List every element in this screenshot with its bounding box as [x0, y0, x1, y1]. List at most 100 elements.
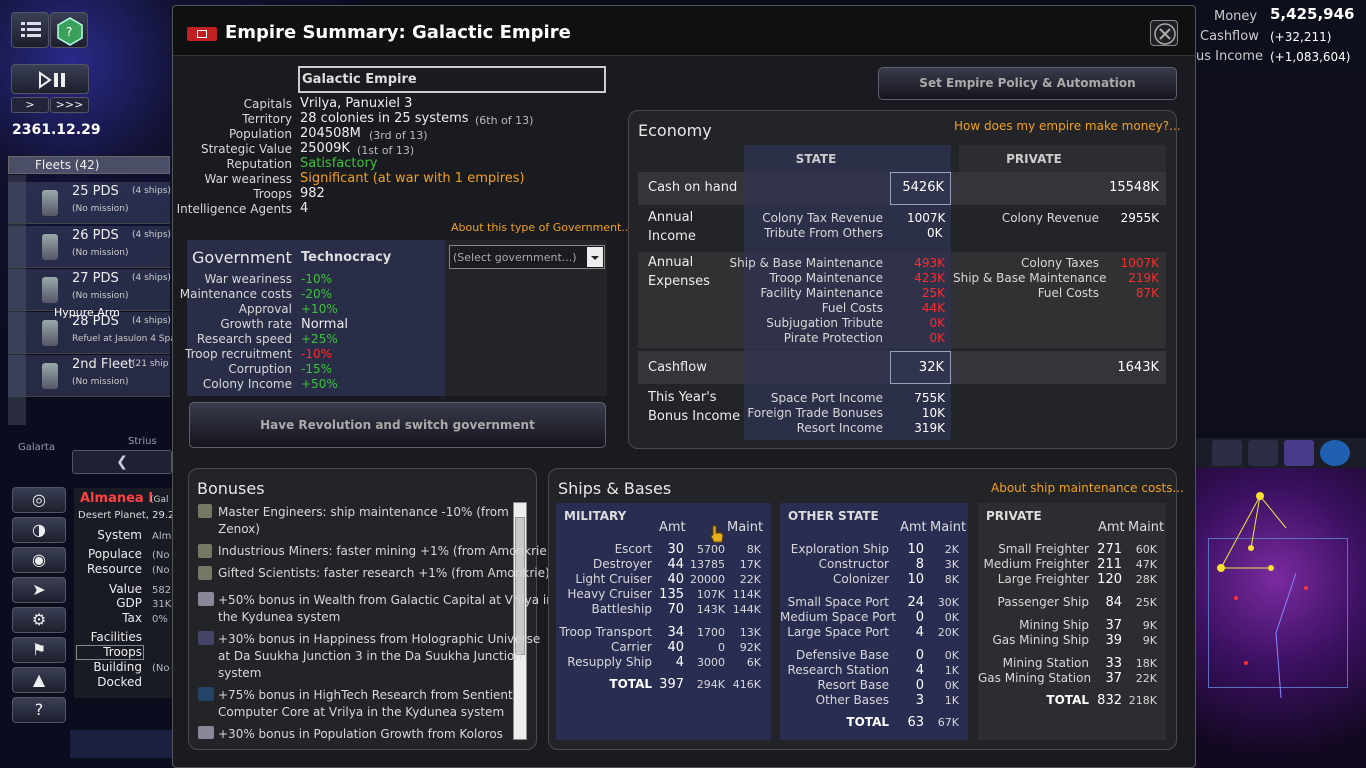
speed-slower-button[interactable]: > [11, 97, 49, 113]
sidebar-button[interactable]: ◎ [12, 487, 66, 513]
flag-icon: ⚑ [31, 640, 47, 659]
rows-mid: 13785 [690, 558, 725, 571]
rows-value: 582 [152, 585, 172, 596]
items-label: Foreign Trade Bonuses [747, 406, 883, 420]
rows-maint: 9K [1142, 619, 1157, 632]
speed-faster-button[interactable]: >>> [50, 97, 89, 113]
info-value: 982 [300, 186, 325, 201]
set-empire-policy-button[interactable]: Set Empire Policy & Automation [878, 67, 1177, 100]
government-heading: Government [192, 248, 292, 267]
fleets-name: 2nd Fleet [72, 357, 134, 372]
mods-value: -10% [301, 347, 333, 361]
sidebar-button[interactable]: ➤ [12, 577, 66, 603]
info-label: Reputation [226, 157, 292, 171]
sidebar-button[interactable]: ▲ [12, 667, 66, 693]
planet-icon: ◑ [32, 520, 46, 539]
info-label: War weariness [204, 172, 292, 186]
private-column-header: PRIVATE [1006, 152, 1062, 166]
fleet-item[interactable]: 25 PDS (4 ships) (No mission) [8, 182, 171, 224]
private-heading: PRIVATE [986, 509, 1042, 523]
fleets-mission: (No mission) [72, 377, 129, 387]
bottom-toolbar[interactable] [70, 730, 172, 758]
cashflow-private: 1643K [1117, 360, 1159, 375]
state-items-label: Pirate Protection [783, 331, 883, 345]
fleet-item[interactable]: 2nd Fleet (21 ship (No mission) [8, 355, 170, 397]
rows-label: Medium Freighter [983, 557, 1089, 571]
bonuses-scrollbar[interactable] [513, 502, 527, 740]
rows-label: Small Freighter [998, 542, 1089, 556]
income-label1: Annual [648, 210, 694, 225]
rows-mid: 0 [718, 641, 725, 654]
rows-label: Building [93, 660, 142, 674]
state-items-label: Fuel Costs [821, 301, 883, 315]
sidebar-button[interactable]: ⚙ [12, 607, 66, 633]
rows-maint: 0K [944, 611, 959, 624]
collapse-panel-button[interactable]: ❮ [72, 450, 172, 474]
total-label: TOTAL [846, 715, 889, 729]
galaxy-view-icon[interactable] [1212, 440, 1242, 466]
rows-amt: 10 [907, 542, 924, 557]
economy-help-link[interactable]: How does my empire make money?... [954, 119, 1181, 134]
globe-icon[interactable] [1320, 440, 1350, 466]
rows-mid: 107K [696, 588, 725, 601]
play-pause-button[interactable] [11, 64, 89, 94]
minimap[interactable] [1196, 468, 1366, 768]
rows-label: Large Space Port [787, 625, 889, 639]
sidebar-button[interactable]: ? [12, 697, 66, 723]
rows-label: System [97, 528, 142, 542]
ship-maintenance-link[interactable]: About ship maintenance costs... [991, 481, 1184, 496]
state-items-value: 423K [914, 271, 945, 285]
fleets-count: (4 ships) [132, 273, 171, 283]
revolution-button[interactable]: Have Revolution and switch government [189, 402, 606, 448]
rows-label: Large Freighter [997, 572, 1089, 586]
list-icon [21, 22, 41, 37]
government-select-placeholder: (Select government...) [453, 251, 577, 264]
close-button[interactable] [1150, 20, 1178, 46]
fleet-item[interactable]: 26 PDS (4 ships) (No mission) [8, 226, 171, 268]
ships-col-amt: Amt [1098, 520, 1125, 535]
cashflow-label: Cashflow [648, 360, 707, 375]
rows-maint: 8K [944, 573, 959, 586]
top-right-cashflow-value: (+32,211) [1270, 30, 1332, 44]
nebula-icon[interactable] [1284, 440, 1314, 466]
empire-flag-icon [187, 27, 217, 41]
empire-button[interactable]: ? [50, 12, 88, 48]
total-maint: 416K [732, 678, 761, 691]
rows-label: Other Bases [815, 693, 889, 707]
play-pause-icon [39, 71, 65, 89]
treasury-hud: Money 5,425,946 Cashflow (+32,211) us In… [1196, 0, 1366, 70]
about-government-link[interactable]: About this type of Government... [451, 220, 632, 235]
rows-amt: 120 [1097, 572, 1122, 587]
chevron-left-icon: ❮ [116, 454, 128, 470]
items-value: 755K [914, 391, 945, 405]
military-section [556, 503, 771, 740]
rows-value: (No [152, 550, 170, 561]
sidebar-button[interactable]: ◉ [12, 547, 66, 573]
government-select[interactable]: (Select government...) [449, 245, 605, 269]
rows-label: Light Cruiser [575, 572, 652, 586]
rows-maint: 47K [1135, 558, 1157, 571]
rows-maint: 30K [937, 596, 959, 609]
mods-value: -10% [301, 272, 333, 286]
rows-maint: 22K [1135, 672, 1157, 685]
mods-value: -20% [301, 287, 333, 301]
rows-amt: 0 [915, 648, 924, 663]
menu-button[interactable] [11, 12, 49, 48]
empire-name-input[interactable]: Galactic Empire [298, 66, 606, 93]
sidebar-button[interactable]: ◑ [12, 517, 66, 543]
rows-label: Heavy Cruiser [567, 587, 652, 601]
torch-icon[interactable] [1248, 440, 1278, 466]
rows-amt: 211 [1097, 557, 1122, 572]
items-label: Resort Income [796, 421, 883, 435]
fleets-header[interactable]: Fleets (42) [8, 156, 170, 174]
info-value: 4 [300, 201, 309, 216]
rows-label: Research Station [787, 663, 889, 677]
minimap-toolbar[interactable] [1196, 438, 1366, 468]
rows-maint: 3K [944, 558, 959, 571]
sidebar-button[interactable]: ⚑ [12, 637, 66, 663]
rows-mid: 5700 [697, 543, 725, 556]
items-line1: +30% bonus in Population Growth from Kol… [218, 727, 503, 741]
map-label: Hypure Arm [54, 306, 120, 319]
items-line1: Master Engineers: ship maintenance -10% … [218, 505, 509, 519]
rows-maint: 2K [944, 543, 959, 556]
